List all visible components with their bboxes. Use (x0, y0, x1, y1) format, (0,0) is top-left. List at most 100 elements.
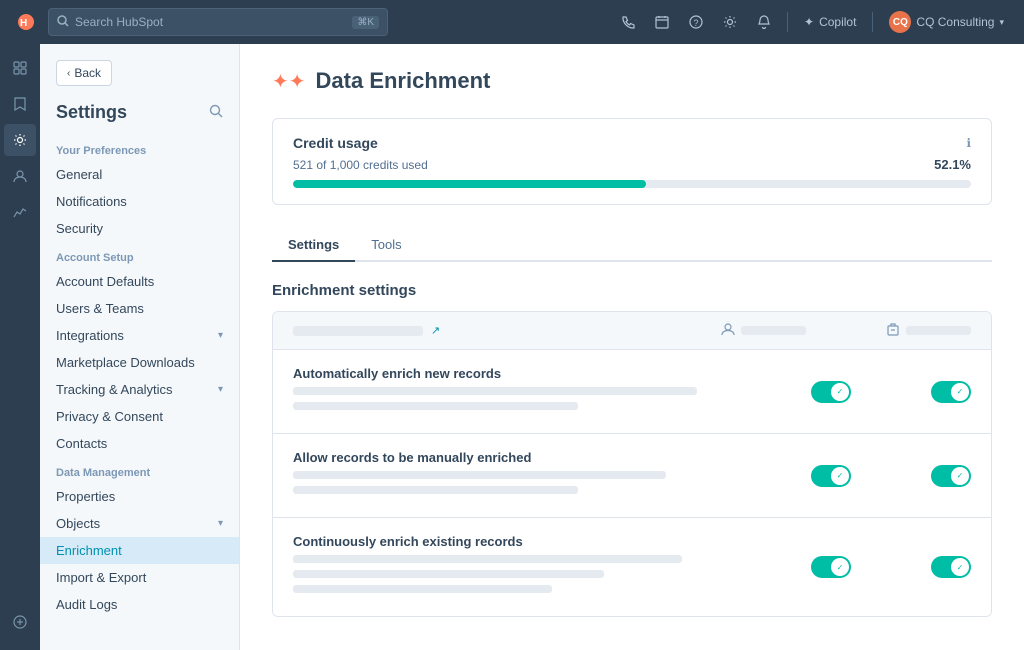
icon-sidebar (0, 44, 40, 650)
settings-sidebar: ‹ Back Settings Your Preferences General… (40, 44, 240, 650)
sidebar-item-objects[interactable]: Objects ▾ (40, 510, 239, 537)
enrichment-row-manual-controls: ✓ ✓ (811, 465, 971, 487)
enrichment-row-auto-title: Automatically enrich new records (293, 366, 811, 381)
sidebar-icon-dashboard[interactable] (4, 52, 36, 84)
credit-progress-bar (293, 180, 971, 188)
credit-info-icon[interactable]: ℹ (966, 136, 971, 150)
back-label: Back (74, 66, 101, 80)
tab-tools[interactable]: Tools (355, 229, 417, 262)
sidebar-icon-add[interactable] (4, 606, 36, 638)
settings-title: Settings (56, 102, 127, 123)
enrichment-header-icon: ✦✦ (272, 69, 306, 94)
companies-col-icon (886, 322, 900, 339)
sidebar-item-account-defaults[interactable]: Account Defaults (40, 268, 239, 295)
main-layout: ‹ Back Settings Your Preferences General… (0, 44, 1024, 650)
enrichment-row-manual: Allow records to be manually enriched ✓ … (273, 434, 991, 518)
enrichment-header-col-2 (886, 322, 971, 339)
svg-text:H: H (20, 18, 27, 29)
hubspot-logo[interactable]: H (12, 8, 40, 36)
sidebar-icon-bottom (4, 606, 36, 650)
phone-icon[interactable] (613, 7, 643, 37)
toggle-auto-companies[interactable]: ✓ (931, 381, 971, 403)
objects-chevron-icon: ▾ (218, 518, 223, 529)
sidebar-item-import-export[interactable]: Import & Export (40, 564, 239, 591)
enrichment-header-row: ↗ (273, 312, 991, 350)
sidebar-item-notifications[interactable]: Notifications (40, 188, 239, 215)
sidebar-item-enrichment[interactable]: Enrichment (40, 537, 239, 564)
enrichment-header-cols (721, 322, 971, 339)
sidebar-item-contacts[interactable]: Contacts (40, 430, 239, 457)
sidebar-icon-settings[interactable] (4, 124, 36, 156)
svg-text:?: ? (694, 18, 699, 28)
enrichment-table: ↗ (272, 311, 992, 617)
search-icon (57, 15, 69, 30)
back-chevron-icon: ‹ (67, 68, 70, 79)
section-label-account: Account Setup (40, 242, 239, 268)
nav-divider (787, 12, 788, 32)
enrichment-row-continuous-title: Continuously enrich existing records (293, 534, 811, 549)
content-area: ✦✦ Data Enrichment Credit usage ℹ 521 of… (240, 44, 1024, 650)
toggle-auto-contacts[interactable]: ✓ (811, 381, 851, 403)
sidebar-item-privacy[interactable]: Privacy & Consent (40, 403, 239, 430)
tracking-chevron-icon: ▾ (218, 384, 223, 395)
credit-percentage: 52.1% (934, 157, 971, 172)
toggle-manual-companies[interactable]: ✓ (931, 465, 971, 487)
copilot-icon: ✦ (804, 15, 814, 29)
account-name: CQ Consulting (916, 15, 994, 29)
sidebar-item-security[interactable]: Security (40, 215, 239, 242)
sidebar-icon-bookmark[interactable] (4, 88, 36, 120)
settings-search-icon[interactable] (209, 104, 223, 121)
settings-sidebar-header: Settings (40, 102, 239, 135)
search-placeholder: Search HubSpot (75, 15, 163, 29)
sidebar-item-general[interactable]: General (40, 161, 239, 188)
toggle-auto-companies-knob: ✓ (951, 383, 969, 401)
sidebar-icon-contacts[interactable] (4, 160, 36, 192)
sidebar-item-users-teams[interactable]: Users & Teams (40, 295, 239, 322)
credit-used-text: 521 of 1,000 credits used (293, 158, 428, 172)
sidebar-item-tracking[interactable]: Tracking & Analytics ▾ (40, 376, 239, 403)
enrichment-header-name: ↗ (293, 324, 721, 337)
account-chevron-icon: ▾ (999, 17, 1004, 28)
back-button[interactable]: ‹ Back (56, 60, 112, 86)
sidebar-item-integrations[interactable]: Integrations ▾ (40, 322, 239, 349)
toggle-manual-contacts-knob: ✓ (831, 467, 849, 485)
top-nav-right: ? ✦ Copilot CQ CQ Consulting ▾ (613, 7, 1012, 37)
enrichment-row-auto-content: Automatically enrich new records (293, 366, 811, 417)
contacts-col-icon (721, 322, 735, 339)
sidebar-item-properties[interactable]: Properties (40, 483, 239, 510)
enrichment-header-col-1 (721, 322, 806, 339)
page-title: Data Enrichment (316, 68, 491, 94)
copilot-button[interactable]: ✦ Copilot (796, 11, 864, 33)
section-label-preferences: Your Preferences (40, 135, 239, 161)
credit-info-row: 521 of 1,000 credits used 52.1% (293, 157, 971, 172)
nav-divider-2 (872, 12, 873, 32)
toggle-manual-contacts[interactable]: ✓ (811, 465, 851, 487)
toggle-continuous-companies[interactable]: ✓ (931, 556, 971, 578)
credit-progress-fill (293, 180, 646, 188)
toggle-continuous-contacts[interactable]: ✓ (811, 556, 851, 578)
calendar-icon[interactable] (647, 7, 677, 37)
enrichment-row-manual-title: Allow records to be manually enriched (293, 450, 811, 465)
credit-card-header: Credit usage ℹ (293, 135, 971, 151)
toggle-continuous-contacts-knob: ✓ (831, 558, 849, 576)
enrichment-section-title: Enrichment settings (272, 282, 992, 299)
enrichment-row-manual-content: Allow records to be manually enriched (293, 450, 811, 501)
avatar: CQ (889, 11, 911, 33)
tab-bar: Settings Tools (272, 229, 992, 262)
sidebar-icon-analytics[interactable] (4, 196, 36, 228)
credit-usage-card: Credit usage ℹ 521 of 1,000 credits used… (272, 118, 992, 205)
copilot-label: Copilot (819, 15, 856, 29)
sidebar-item-audit-logs[interactable]: Audit Logs (40, 591, 239, 618)
top-nav: H Search HubSpot ⌘K (0, 0, 1024, 44)
settings-icon[interactable] (715, 7, 745, 37)
help-icon[interactable]: ? (681, 7, 711, 37)
tab-settings[interactable]: Settings (272, 229, 355, 262)
search-bar[interactable]: Search HubSpot ⌘K (48, 8, 388, 36)
toggle-manual-companies-knob: ✓ (951, 467, 969, 485)
sidebar-item-marketplace[interactable]: Marketplace Downloads (40, 349, 239, 376)
account-menu[interactable]: CQ CQ Consulting ▾ (881, 7, 1012, 37)
enrichment-row-auto: Automatically enrich new records ✓ ✓ (273, 350, 991, 434)
notifications-icon[interactable] (749, 7, 779, 37)
enrichment-row-continuous-controls: ✓ ✓ (811, 556, 971, 578)
header-external-link-icon[interactable]: ↗ (431, 324, 440, 337)
